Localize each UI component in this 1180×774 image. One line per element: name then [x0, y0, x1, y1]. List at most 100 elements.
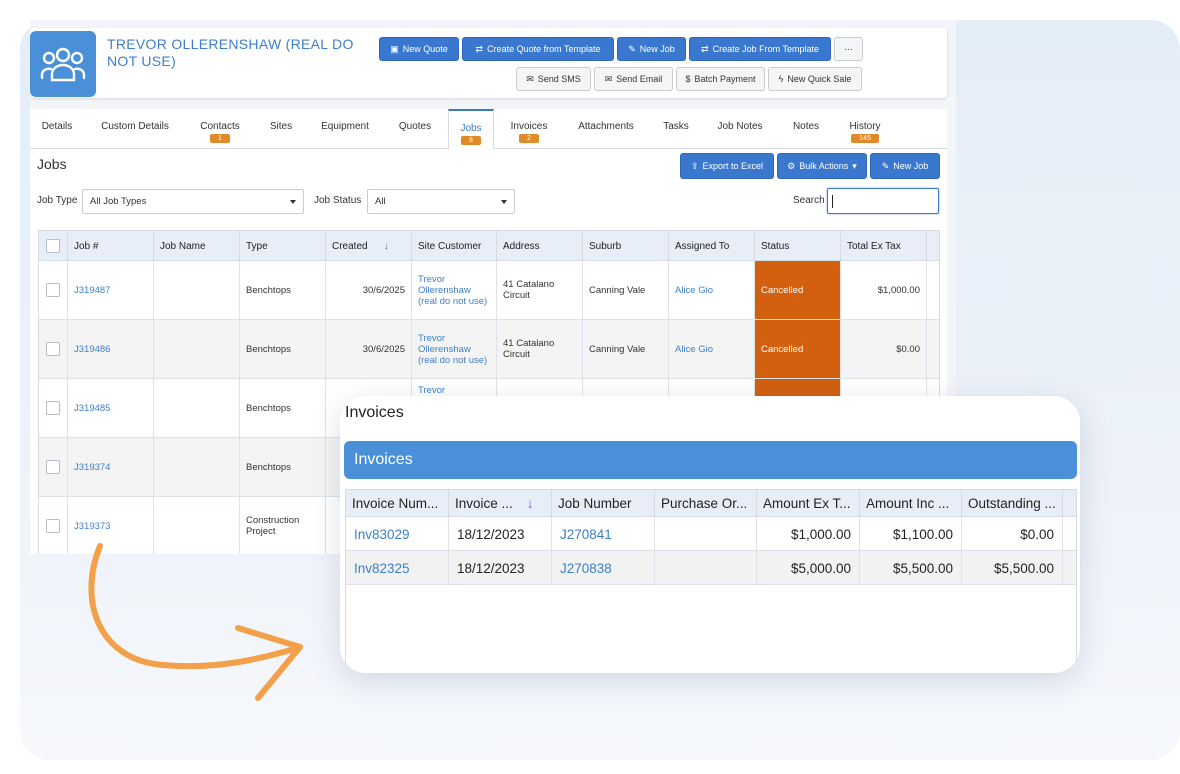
table-row[interactable]: Inv82325 18/12/2023 J270838 $5,000.00 $5…: [346, 551, 1076, 585]
lightning-icon: ϟ: [778, 74, 784, 84]
job-number-link[interactable]: J270838: [552, 551, 655, 585]
chevron-down-icon: [501, 199, 507, 204]
new-quote-button[interactable]: ▣ New Quote: [379, 37, 459, 61]
new-job-button[interactable]: ✎ New Job: [870, 153, 940, 179]
job-number-link[interactable]: J319487: [68, 261, 154, 319]
status-cell: Cancelled: [755, 261, 841, 319]
row-checkbox[interactable]: [46, 401, 60, 415]
col-suburb[interactable]: Suburb: [583, 231, 669, 261]
invoice-number-link[interactable]: Inv83029: [346, 517, 449, 551]
job-number-link[interactable]: J319486: [68, 320, 154, 378]
more-options-button[interactable]: ···: [834, 37, 863, 61]
envelope-icon: ✉: [604, 73, 613, 84]
col-job-number[interactable]: Job #: [68, 231, 154, 261]
tab-label: Quotes: [398, 121, 432, 132]
tab-count-badge: 8: [461, 136, 481, 145]
tab-count-badge: 1: [210, 134, 230, 143]
table-row[interactable]: J319487 Benchtops 30/6/2025 Trevor Oller…: [39, 261, 939, 320]
tab-details[interactable]: Details: [32, 109, 82, 149]
select-all-cell: [39, 231, 68, 261]
job-number-link[interactable]: J319485: [68, 379, 154, 437]
created-cell: 30/6/2025: [326, 261, 412, 319]
table-row[interactable]: J319486 Benchtops 30/6/2025 Trevor Oller…: [39, 320, 939, 379]
send-email-label: Send Email: [616, 74, 663, 84]
row-select-cell: [39, 320, 68, 378]
col-total-ex-tax[interactable]: Total Ex Tax: [841, 231, 927, 261]
col-created[interactable]: Created ↓: [326, 231, 412, 261]
amount-ex-cell: $1,000.00: [757, 517, 860, 551]
invoice-number-link[interactable]: Inv82325: [346, 551, 449, 585]
tab-tasks[interactable]: Tasks: [656, 109, 696, 149]
send-email-button[interactable]: ✉ Send Email: [594, 67, 673, 91]
site-customer-link[interactable]: Trevor Ollerenshaw (real do not use): [412, 261, 497, 319]
tab-history[interactable]: History 145: [842, 109, 888, 149]
assigned-to-link[interactable]: Alice Gio: [669, 261, 755, 319]
new-quick-sale-button[interactable]: ϟ New Quick Sale: [768, 67, 862, 91]
export-to-excel-button[interactable]: ⇪ Export to Excel: [680, 153, 774, 179]
col-outstanding[interactable]: Outstanding ...: [962, 490, 1063, 517]
tab-attachments[interactable]: Attachments: [568, 109, 644, 149]
invoice-date-cell: 18/12/2023: [449, 551, 552, 585]
create-job-from-template-button[interactable]: ⇄ Create Job From Template: [689, 37, 831, 61]
jobs-section-title: Jobs: [37, 156, 67, 172]
col-job-number[interactable]: Job Number: [552, 490, 655, 517]
tab-invoices[interactable]: Invoices 2: [502, 109, 556, 149]
col-status[interactable]: Status: [755, 231, 841, 261]
created-cell: 30/6/2025: [326, 320, 412, 378]
search-input[interactable]: [827, 188, 939, 214]
row-checkbox[interactable]: [46, 519, 60, 533]
purchase-order-cell: [655, 551, 757, 585]
outstanding-cell: $0.00: [962, 517, 1063, 551]
invoices-panel-header: Invoices: [344, 441, 1077, 479]
col-purchase-order[interactable]: Purchase Or...: [655, 490, 757, 517]
job-number-link[interactable]: J319374: [68, 438, 154, 496]
bulk-actions-button[interactable]: ⚙ Bulk Actions ▾: [777, 153, 867, 179]
row-checkbox[interactable]: [46, 460, 60, 474]
tab-label: Tasks: [663, 121, 689, 132]
briefcase-icon: ▣: [390, 43, 399, 54]
col-site-customer[interactable]: Site Customer: [412, 231, 497, 261]
outstanding-cell: $5,500.00: [962, 551, 1063, 585]
tab-quotes[interactable]: Quotes: [390, 109, 440, 149]
tab-label: Contacts: [200, 121, 240, 132]
pencil-icon: ✎: [881, 160, 890, 171]
row-checkbox[interactable]: [46, 283, 60, 297]
col-assigned-to[interactable]: Assigned To: [669, 231, 755, 261]
tab-custom-details[interactable]: Custom Details: [92, 109, 178, 149]
sort-desc-icon: ↓: [383, 240, 389, 252]
select-all-checkbox[interactable]: [46, 239, 60, 253]
job-number-link[interactable]: J270841: [552, 517, 655, 551]
col-job-name[interactable]: Job Name: [154, 231, 240, 261]
tab-equipment[interactable]: Equipment: [314, 109, 376, 149]
row-checkbox[interactable]: [46, 342, 60, 356]
tab-notes[interactable]: Notes: [784, 109, 828, 149]
tab-job-notes[interactable]: Job Notes: [710, 109, 770, 149]
col-amount-inc-tax[interactable]: Amount Inc ...: [860, 490, 962, 517]
col-address[interactable]: Address: [497, 231, 583, 261]
job-type-select[interactable]: All Job Types: [82, 189, 304, 214]
type-cell: Benchtops: [240, 261, 326, 319]
job-status-select[interactable]: All: [367, 189, 515, 214]
job-name-cell: [154, 379, 240, 437]
col-type[interactable]: Type: [240, 231, 326, 261]
address-cell: 41 Catalano Circuit: [497, 320, 583, 378]
send-sms-button[interactable]: ✉ Send SMS: [516, 67, 591, 91]
table-row[interactable]: Inv83029 18/12/2023 J270841 $1,000.00 $1…: [346, 517, 1076, 551]
site-customer-link[interactable]: Trevor Ollerenshaw (real do not use): [412, 320, 497, 378]
batch-payment-button[interactable]: $ Batch Payment: [676, 67, 765, 91]
amount-ex-cell: $5,000.00: [757, 551, 860, 585]
new-job-header-button[interactable]: ✎ New Job: [617, 37, 686, 61]
create-quote-from-template-button[interactable]: ⇄ Create Quote from Template: [462, 37, 614, 61]
assigned-to-link[interactable]: Alice Gio: [669, 320, 755, 378]
create-job-template-label: Create Job From Template: [712, 44, 819, 54]
col-invoice-date[interactable]: Invoice ... ↓: [449, 490, 552, 517]
address-cell: 41 Catalano Circuit: [497, 261, 583, 319]
message-icon: ✉: [526, 73, 534, 84]
col-amount-ex-tax[interactable]: Amount Ex T...: [757, 490, 860, 517]
tab-jobs[interactable]: Jobs 8: [448, 109, 494, 150]
tab-sites[interactable]: Sites: [262, 109, 300, 149]
send-sms-label: Send SMS: [537, 74, 581, 84]
tab-contacts[interactable]: Contacts 1: [190, 109, 250, 149]
col-invoice-number[interactable]: Invoice Num...: [346, 490, 449, 517]
copy-icon: ⇄: [701, 43, 709, 54]
